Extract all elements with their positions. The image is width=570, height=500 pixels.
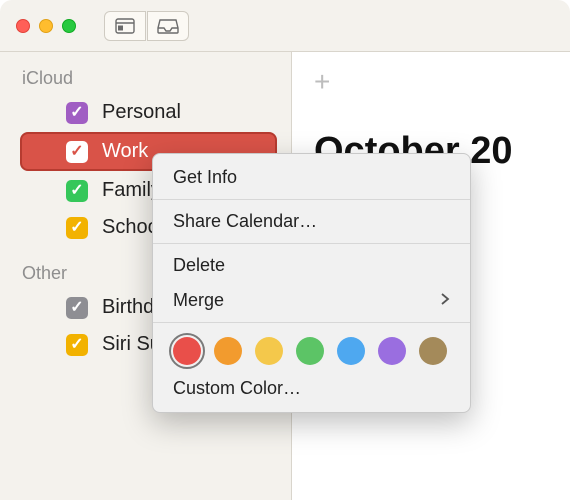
menu-delete[interactable]: Delete — [153, 248, 470, 283]
menu-merge[interactable]: Merge — [153, 283, 470, 318]
inbox-icon — [157, 18, 179, 34]
menu-label: Custom Color… — [173, 378, 301, 399]
calendar-label: Work — [102, 140, 148, 163]
color-swatch-red[interactable] — [173, 337, 201, 365]
color-swatch-brown[interactable] — [419, 337, 447, 365]
menu-label: Get Info — [173, 167, 237, 188]
color-swatch-yellow[interactable] — [255, 337, 283, 365]
section-label-icloud: iCloud — [0, 62, 291, 93]
color-picker-row — [153, 327, 470, 371]
calendar-label: Personal — [102, 101, 181, 124]
app-window: iCloud Personal Work Family School Other — [0, 0, 570, 500]
menu-custom-color[interactable]: Custom Color… — [153, 371, 470, 406]
menu-get-info[interactable]: Get Info — [153, 160, 470, 195]
calendars-toggle-button[interactable] — [104, 11, 146, 41]
color-swatch-orange[interactable] — [214, 337, 242, 365]
color-swatch-green[interactable] — [296, 337, 324, 365]
color-swatch-blue[interactable] — [337, 337, 365, 365]
titlebar — [0, 0, 570, 52]
checkbox-icon[interactable] — [66, 334, 88, 356]
minimize-icon[interactable] — [39, 19, 53, 33]
close-icon[interactable] — [16, 19, 30, 33]
menu-separator — [153, 199, 470, 200]
window-controls — [16, 19, 76, 33]
checkbox-icon[interactable] — [66, 180, 88, 202]
toolbar-buttons — [104, 11, 189, 41]
menu-separator — [153, 322, 470, 323]
menu-label: Delete — [173, 255, 225, 276]
checkbox-icon[interactable] — [66, 297, 88, 319]
chevron-right-icon — [440, 290, 450, 311]
menu-label: Merge — [173, 290, 224, 311]
sidebar-item-personal[interactable]: Personal — [20, 95, 277, 130]
menu-separator — [153, 243, 470, 244]
inbox-button[interactable] — [147, 11, 189, 41]
checkbox-icon[interactable] — [66, 102, 88, 124]
checkbox-icon[interactable] — [66, 141, 88, 163]
menu-share-calendar[interactable]: Share Calendar… — [153, 204, 470, 239]
menu-label: Share Calendar… — [173, 211, 317, 232]
context-menu: Get Info Share Calendar… Delete Merge C — [152, 153, 471, 413]
add-event-button[interactable]: + — [314, 66, 330, 98]
calendar-sidebar-icon — [115, 18, 135, 34]
color-swatch-purple[interactable] — [378, 337, 406, 365]
zoom-icon[interactable] — [62, 19, 76, 33]
checkbox-icon[interactable] — [66, 217, 88, 239]
